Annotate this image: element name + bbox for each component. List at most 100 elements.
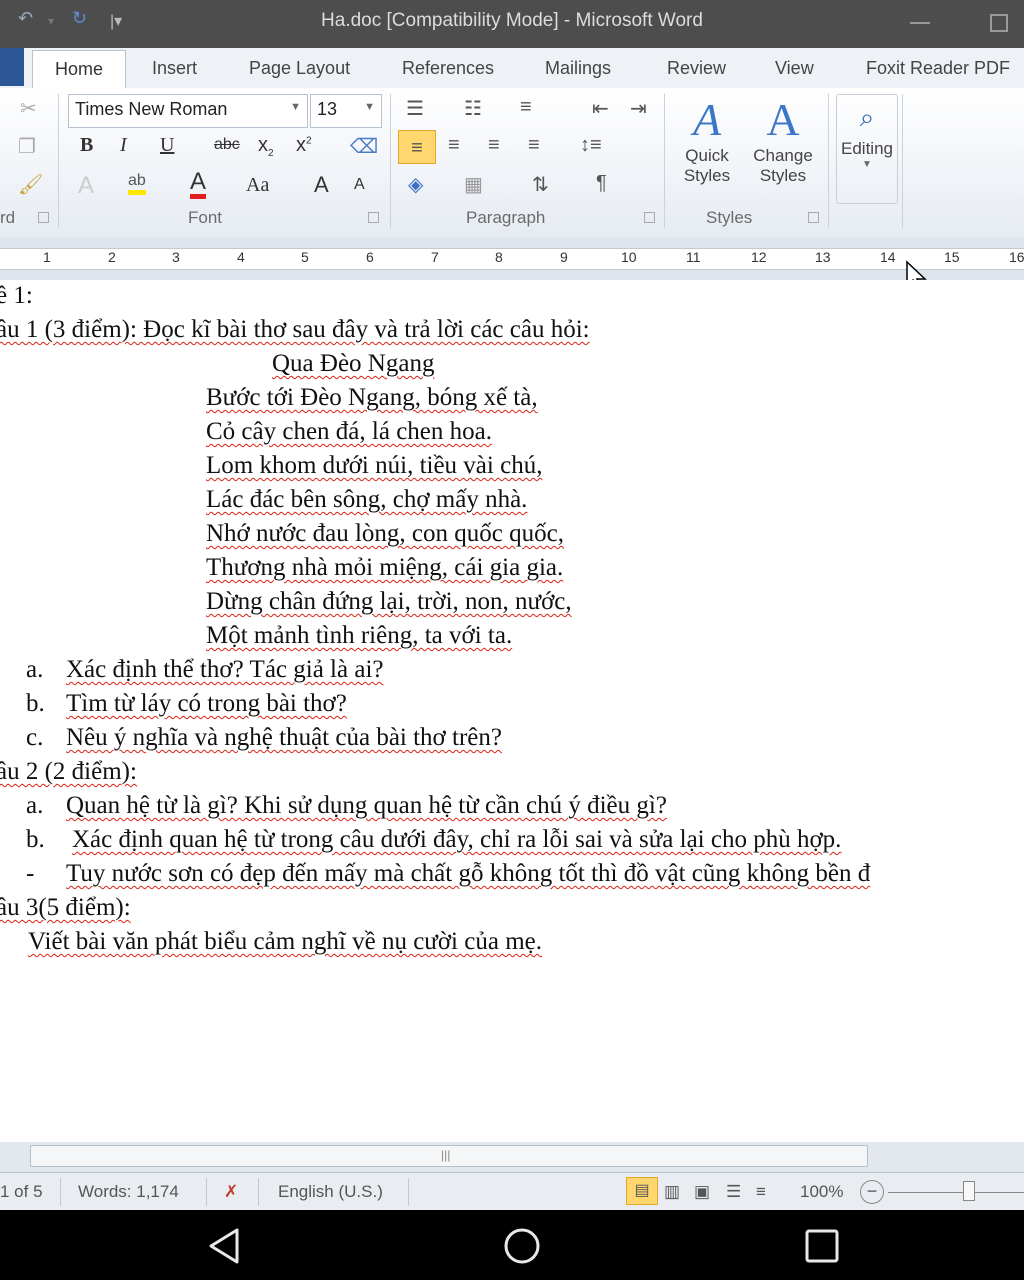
zoom-level[interactable]: 100% [800, 1182, 843, 1202]
list-marker: b. [26, 690, 45, 717]
tab-review[interactable]: Review [667, 58, 726, 79]
tab-view[interactable]: View [775, 58, 814, 79]
sort-icon[interactable]: ⇅ [532, 172, 549, 197]
show-formatting-icon[interactable]: ¶ [596, 172, 607, 195]
quick-styles-label-2: Styles [683, 166, 731, 185]
paragraph-launcher-icon[interactable] [644, 212, 655, 223]
clear-formatting-icon[interactable]: ⌫ [350, 134, 378, 159]
ruler-number: 11 [686, 249, 701, 265]
underline-button[interactable]: U [160, 134, 174, 157]
title-bar: ↶ ▾ ↻ |▾ Ha.doc [Compatibility Mode] - M… [0, 0, 1024, 48]
format-painter-icon[interactable]: 🖌 [18, 172, 43, 197]
ruler-number: 2 [108, 249, 116, 265]
text-effects-icon[interactable]: A [78, 172, 94, 200]
outline-icon[interactable]: ☰ [726, 1182, 741, 1202]
borders-icon[interactable]: ▦ [464, 172, 483, 197]
shrink-font-button[interactable]: A [354, 176, 365, 194]
font-launcher-icon[interactable] [368, 212, 379, 223]
group-divider [664, 94, 665, 228]
status-divider [206, 1178, 207, 1206]
grip-icon: ||| [441, 1148, 451, 1162]
bullets-icon[interactable]: ☰ [406, 96, 424, 121]
clipboard-launcher-icon[interactable] [38, 212, 49, 223]
status-divider [60, 1178, 61, 1206]
file-tab[interactable] [0, 48, 24, 86]
paragraph-group-label: Paragraph [466, 208, 546, 227]
list-item: Tìm từ láy có trong bài thơ? [66, 690, 347, 717]
print-layout-icon[interactable]: ▤ [626, 1177, 658, 1205]
scrollbar-thumb[interactable]: ||| [30, 1145, 868, 1167]
group-divider [390, 94, 391, 228]
align-left-icon[interactable]: ≡ [398, 130, 436, 164]
quick-styles-icon: A [692, 94, 722, 145]
editing-label: Editing [841, 139, 893, 158]
full-screen-reading-icon[interactable]: ▥ [664, 1182, 680, 1202]
subscript-button[interactable]: x2 [258, 134, 274, 159]
tab-foxit-reader-pdf[interactable]: Foxit Reader PDF [866, 58, 1010, 79]
strikethrough-button[interactable]: abc [214, 136, 240, 154]
tab-home[interactable]: Home [32, 50, 127, 88]
grow-font-button[interactable]: A [314, 172, 329, 198]
ruler-number: 4 [237, 249, 245, 265]
home-nav-icon[interactable] [502, 1226, 542, 1266]
tab-insert[interactable]: Insert [152, 58, 197, 79]
question-1-title: âu 1 (3 điểm): Đọc kĩ bài thơ sau đây và… [0, 316, 590, 343]
web-layout-icon[interactable]: ▣ [694, 1182, 710, 1202]
change-case-button[interactable]: Aa [246, 174, 269, 197]
recents-nav-icon[interactable] [802, 1226, 842, 1266]
chevron-down-icon: ▼ [364, 101, 375, 113]
increase-indent-icon[interactable]: ⇥ [630, 96, 647, 121]
cut-icon[interactable]: ✂ [20, 96, 37, 121]
copy-icon[interactable]: ❐ [18, 134, 36, 159]
shading-icon[interactable]: ◈ [408, 172, 423, 197]
list-marker: a. [26, 656, 44, 683]
font-size-select[interactable]: 13 ▼ [310, 94, 382, 128]
tab-page-layout[interactable]: Page Layout [249, 58, 350, 79]
change-styles-button[interactable]: A Change Styles [746, 94, 820, 204]
zoom-slider-thumb[interactable] [963, 1181, 975, 1201]
question-3-text: Viết bài văn phát biểu cảm nghĩ về nụ cư… [28, 928, 542, 955]
multilevel-list-icon[interactable]: ≡ [520, 96, 532, 119]
page-count[interactable]: 1 of 5 [0, 1182, 43, 1202]
tab-mailings[interactable]: Mailings [545, 58, 611, 79]
language-indicator[interactable]: English (U.S.) [278, 1182, 383, 1202]
back-nav-icon[interactable] [204, 1226, 244, 1266]
styles-launcher-icon[interactable] [808, 212, 819, 223]
list-marker: - [26, 860, 35, 887]
poem-title: Qua Đèo Ngang [272, 350, 435, 377]
word-count[interactable]: Words: 1,174 [78, 1182, 179, 1202]
numbering-icon[interactable]: ☷ [464, 96, 482, 121]
document-page[interactable]: ề 1: âu 1 (3 điểm): Đọc kĩ bài thơ sau đ… [0, 280, 1024, 1142]
zoom-slider-track[interactable] [888, 1192, 1024, 1193]
line-spacing-icon[interactable]: ↕≡ [580, 134, 602, 157]
italic-button[interactable]: I [120, 134, 127, 157]
clipboard-group-label: rd [0, 208, 16, 227]
justify-icon[interactable]: ≡ [528, 134, 540, 157]
quick-styles-button[interactable]: A Quick Styles [672, 94, 742, 204]
align-center-icon[interactable]: ≡ [448, 134, 460, 157]
horizontal-scrollbar[interactable]: ||| [0, 1142, 1024, 1172]
styles-group-label: Styles [706, 208, 753, 227]
highlight-icon[interactable]: ab [128, 172, 146, 195]
group-divider [58, 94, 59, 228]
tab-references[interactable]: References [402, 58, 494, 79]
find-icon: ⌕ [859, 102, 875, 132]
quick-styles-label-1: Quick [685, 146, 729, 165]
superscript-button[interactable]: x2 [296, 134, 312, 157]
bold-button[interactable]: B [80, 134, 93, 157]
font-color-icon[interactable]: A [190, 170, 207, 199]
decrease-indent-icon[interactable]: ⇤ [592, 96, 609, 121]
font-name-select[interactable]: Times New Roman ▼ [68, 94, 308, 128]
editing-button[interactable]: ⌕ Editing ▼ [836, 94, 898, 204]
maximize-icon[interactable] [990, 14, 1008, 32]
change-styles-label-1: Change [753, 146, 813, 165]
list-item: Tuy nước sơn có đẹp đến mấy mà chất gỗ k… [66, 860, 871, 887]
android-nav-bar [0, 1210, 1024, 1280]
font-name-value: Times New Roman [75, 99, 228, 119]
draft-icon[interactable]: ≡ [756, 1182, 766, 1202]
proofing-icon[interactable]: ✗ [224, 1182, 238, 1202]
minimize-icon[interactable] [910, 22, 930, 24]
ruler-number: 15 [944, 249, 960, 265]
align-right-icon[interactable]: ≡ [488, 134, 500, 157]
zoom-out-button[interactable]: − [860, 1180, 884, 1204]
